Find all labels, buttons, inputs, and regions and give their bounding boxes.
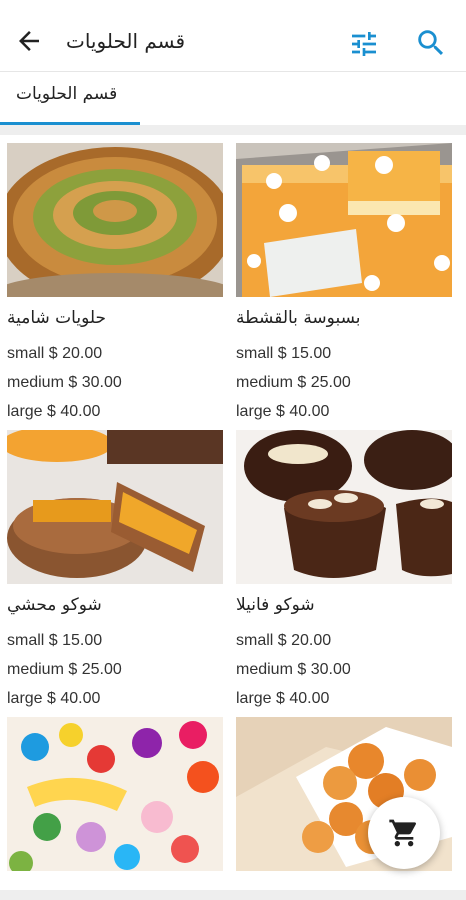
tab-sweets[interactable]: قسم الحلويات bbox=[0, 73, 140, 125]
filled-chocolate-image bbox=[7, 430, 223, 584]
price-small: small $ 20.00 bbox=[7, 345, 103, 362]
chocolate-cups-image bbox=[236, 430, 452, 584]
app-bar: قسم الحلويات bbox=[0, 0, 466, 72]
arrow-left-icon bbox=[19, 31, 39, 51]
price-large: large $ 40.00 bbox=[236, 403, 330, 420]
product-name: شوكو فانيلا bbox=[236, 595, 315, 615]
product-card[interactable]: حلويات شامية small $ 20.00 medium $ 30.0… bbox=[7, 143, 223, 433]
price-small: small $ 20.00 bbox=[236, 632, 332, 649]
product-card[interactable]: شوكو فانيلا small $ 20.00 medium $ 30.00… bbox=[236, 430, 452, 720]
price-small: small $ 15.00 bbox=[7, 632, 103, 649]
price-large: large $ 40.00 bbox=[7, 403, 101, 420]
product-grid: بسبوسة بالقشطة small $ 15.00 medium $ 25… bbox=[0, 135, 466, 890]
page-title: قسم الحلويات bbox=[66, 29, 186, 53]
candy-image bbox=[7, 717, 223, 871]
divider bbox=[0, 125, 466, 135]
category-tabs: قسم الحلويات bbox=[0, 73, 466, 125]
search-button[interactable] bbox=[414, 26, 448, 60]
cart-icon bbox=[389, 819, 417, 847]
product-card[interactable]: شوكو محشي small $ 15.00 medium $ 25.00 l… bbox=[7, 430, 223, 720]
bottom-divider bbox=[0, 890, 466, 900]
search-icon bbox=[418, 30, 444, 56]
back-button[interactable] bbox=[14, 26, 44, 56]
price-large: large $ 40.00 bbox=[236, 690, 330, 707]
tab-label: قسم الحلويات bbox=[16, 84, 118, 104]
tune-icon bbox=[352, 32, 376, 56]
filter-button[interactable] bbox=[348, 28, 380, 60]
product-name: بسبوسة بالقشطة bbox=[236, 308, 361, 328]
cart-button[interactable] bbox=[368, 797, 440, 869]
price-medium: medium $ 25.00 bbox=[236, 374, 351, 391]
product-name: شوكو محشي bbox=[7, 595, 102, 615]
price-large: large $ 40.00 bbox=[7, 690, 101, 707]
baklava-tray-image bbox=[7, 143, 223, 297]
basbousa-image bbox=[236, 143, 452, 297]
price-medium: medium $ 30.00 bbox=[236, 661, 351, 678]
product-card[interactable] bbox=[7, 717, 223, 871]
product-card[interactable]: بسبوسة بالقشطة small $ 15.00 medium $ 25… bbox=[236, 143, 452, 433]
price-small: small $ 15.00 bbox=[236, 345, 332, 362]
price-medium: medium $ 25.00 bbox=[7, 661, 122, 678]
price-medium: medium $ 30.00 bbox=[7, 374, 122, 391]
product-name: حلويات شامية bbox=[7, 308, 107, 328]
